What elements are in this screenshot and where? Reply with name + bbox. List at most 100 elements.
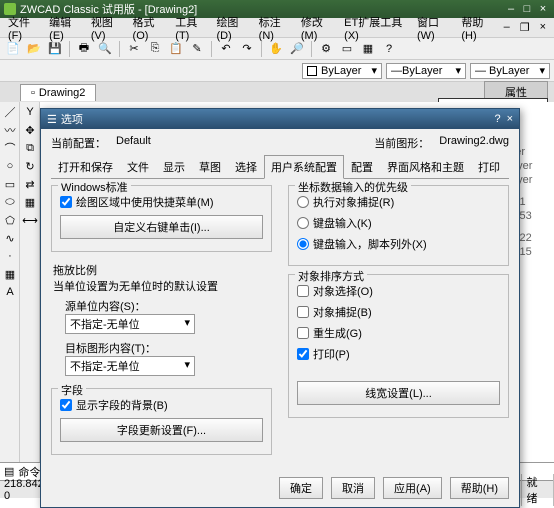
tool2-icon[interactable]: ▭ [338,40,356,58]
tab-draft[interactable]: 草图 [192,155,228,178]
sb-ready[interactable]: 就绪 [522,474,554,506]
help-icon[interactable]: ? [380,40,398,58]
doc-minimize-icon[interactable]: – [500,19,514,36]
menu-window[interactable]: 窗口(W) [413,12,455,44]
copy2-icon[interactable]: ⧉ [22,140,38,156]
btn-field-update[interactable]: 字段更新设置(F)... [60,418,263,442]
lineweight-select[interactable]: — ByLayer ▾ [470,63,550,79]
y-axis-icon: Y [22,104,38,120]
current-drawing-value: Drawing2.dwg [439,135,509,151]
zoom-icon[interactable]: 🔎 [288,40,306,58]
group-coord-title: 坐标数据输入的优先级 [295,179,411,195]
dialog-help-icon[interactable]: ? [494,113,500,125]
maximize-icon[interactable]: □ [520,3,534,15]
paste-icon[interactable]: 📋 [167,40,185,58]
tab-select[interactable]: 选择 [228,155,264,178]
spline-icon[interactable]: ∿ [2,230,18,246]
btn-lineweight[interactable]: 线宽设置(L)... [297,381,500,405]
point-icon[interactable]: · [2,248,18,264]
current-profile-value: Default [116,135,151,151]
tab-files[interactable]: 文件 [120,155,156,178]
tool-icon[interactable]: ⚙ [317,40,335,58]
menu-bar: 文件(F) 编辑(E) 视图(V) 格式(O) 工具(T) 绘图(D) 标注(N… [0,18,554,38]
cut-icon[interactable]: ✂ [125,40,143,58]
tgt-unit-select[interactable]: 不指定-无单位▾ [65,356,195,376]
poly-icon[interactable]: ⬠ [2,212,18,228]
btn-rightclick-custom[interactable]: 自定义右键单击(I)... [60,215,263,239]
doc-tab-drawing2[interactable]: ▫ Drawing2 [20,84,96,101]
dialog-close-icon[interactable]: × [507,113,513,125]
doc-tab-label: Drawing2 [39,87,85,99]
chk-field-bg[interactable]: 显示字段的背景(B) [60,397,263,413]
radio-keyboard-ex[interactable]: 键盘输入，脚本列外(X) [297,236,500,252]
radio-keyboard[interactable]: 键盘输入(K) [297,215,500,231]
mirror-icon[interactable]: ⇄ [22,176,38,192]
group-drag-sub: 当单位设置为无单位时的默认设置 [53,278,270,294]
chk-sort-print[interactable]: 打印(P) [297,346,500,362]
doc-close-icon[interactable]: × [536,19,550,36]
pline-icon[interactable]: 〰 [2,122,18,138]
draw-toolbar: ／ 〰 ⌒ ○ ▭ ⬭ ⬠ ∿ · ▦ A [0,102,20,462]
text-icon[interactable]: A [2,284,18,300]
tab-open-save[interactable]: 打开和保存 [51,155,120,178]
menu-help[interactable]: 帮助(H) [457,12,497,44]
tab-user-pref[interactable]: 用户系统配置 [264,155,344,179]
dialog-buttons: 确定 取消 应用(A) 帮助(H) [41,469,519,507]
circle-icon[interactable]: ○ [2,158,18,174]
ok-button[interactable]: 确定 [279,477,323,499]
dialog-title: 选项 [61,111,83,127]
undo-icon[interactable]: ↶ [217,40,235,58]
group-windows-std-title: Windows标准 [58,179,131,195]
rotate-icon[interactable]: ↻ [22,158,38,174]
group-drag-title: 拖放比例 [53,262,270,278]
group-sort: 对象排序方式 对象选择(O) 对象捕捉(B) 重生成(G) 打印(P) 线宽设置… [288,274,509,418]
color-select[interactable]: ByLayer ▾ [302,63,382,79]
linetype-select[interactable]: — ByLayer ▾ [386,63,466,79]
modify-toolbar: Y ✥ ⧉ ↻ ⇄ ▦ ⟷ [20,102,40,462]
close-icon[interactable]: × [536,3,550,15]
dim-icon[interactable]: ⟷ [22,212,38,228]
doc-restore-icon[interactable]: ❐ [516,19,534,36]
print-icon[interactable]: 🖶 [75,40,93,58]
line-icon[interactable]: ／ [2,104,18,120]
chk-sort-select[interactable]: 对象选择(O) [297,283,500,299]
dialog-icon: ☰ [47,113,57,126]
tab-print[interactable]: 打印 [471,155,507,178]
ellipse-icon[interactable]: ⬭ [2,194,18,210]
new-icon[interactable]: 📄 [4,40,22,58]
group-windows-std: Windows标准 绘图区域中使用快捷菜单(M) 自定义右键单击(I)... [51,185,272,252]
tab-profiles[interactable]: 配置 [344,155,380,178]
apply-button[interactable]: 应用(A) [383,477,442,499]
copy-icon[interactable]: ⎘ [146,40,164,58]
radio-osnap[interactable]: 执行对象捕捉(R) [297,194,500,210]
current-drawing-label: 当前图形： [374,135,429,151]
help-button[interactable]: 帮助(H) [450,477,509,499]
group-sort-title: 对象排序方式 [295,268,367,284]
chk-shortcut-menu[interactable]: 绘图区域中使用快捷菜单(M) [60,194,263,210]
preview-icon[interactable]: 🔍 [96,40,114,58]
save-icon[interactable]: 💾 [46,40,64,58]
rect-icon[interactable]: ▭ [2,176,18,192]
match-icon[interactable]: ✎ [188,40,206,58]
move-icon[interactable]: ✥ [22,122,38,138]
minimize-icon[interactable]: – [504,3,518,15]
pan-icon[interactable]: ✋ [267,40,285,58]
group-fields-title: 字段 [58,382,86,398]
open-icon[interactable]: 📂 [25,40,43,58]
redo-icon[interactable]: ↷ [238,40,256,58]
group-drag-scale: 拖放比例 当单位设置为无单位时的默认设置 源单位内容(S)： 不指定-无单位▾ … [51,260,272,378]
chk-sort-snap[interactable]: 对象捕捉(B) [297,304,500,320]
doc-icon: ▫ [31,87,35,99]
group-coord-priority: 坐标数据输入的优先级 执行对象捕捉(R) 键盘输入(K) 键盘输入，脚本列外(X… [288,185,509,266]
arc-icon[interactable]: ⌒ [2,140,18,156]
table-icon[interactable]: ▦ [22,194,38,210]
chk-sort-regen[interactable]: 重生成(G) [297,325,500,341]
group-fields: 字段 显示字段的背景(B) 字段更新设置(F)... [51,388,272,455]
tab-theme[interactable]: 界面风格和主题 [380,155,471,178]
tab-display[interactable]: 显示 [156,155,192,178]
options-dialog: ☰ 选项 ? × 当前配置： Default 当前图形： Drawing2.dw… [40,108,520,508]
hatch-icon[interactable]: ▦ [2,266,18,282]
src-unit-select[interactable]: 不指定-无单位▾ [65,314,195,334]
tool3-icon[interactable]: ▦ [359,40,377,58]
cancel-button[interactable]: 取消 [331,477,375,499]
